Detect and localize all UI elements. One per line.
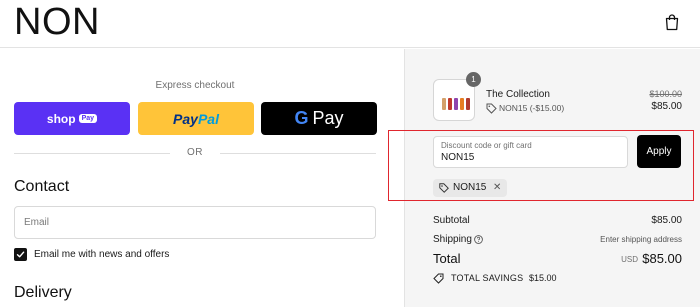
total-savings-value: $15.00 [529, 273, 557, 283]
total-currency: USD [621, 255, 638, 264]
shop-pay-pill: Pay [78, 114, 98, 123]
contact-heading: Contact [14, 178, 70, 195]
discounted-price: $85.00 [651, 101, 682, 112]
paypal-label-part2: Pal [197, 110, 219, 127]
total-savings-label: TOTAL SAVINGS [451, 273, 524, 283]
product-bottle [448, 98, 452, 110]
subtotal-value: $85.00 [651, 215, 682, 226]
product-bottle [466, 98, 470, 110]
product-discount: NON15 (-$15.00) [499, 103, 565, 113]
tag-icon [486, 103, 497, 114]
email-field[interactable] [14, 206, 376, 239]
store-logo[interactable]: NON [14, 2, 100, 42]
quantity-badge: 1 [466, 72, 481, 87]
product-bottle [460, 98, 464, 110]
total-label: Total [433, 251, 461, 266]
original-price: $100.00 [649, 89, 682, 99]
express-checkout-title: Express checkout [155, 80, 235, 91]
help-circle-icon[interactable] [474, 235, 483, 244]
discount-highlight-box [388, 130, 694, 201]
checkout-form: Express checkout shop Pay Pay Pal G Pay O… [0, 49, 404, 307]
checkmark-icon [16, 251, 25, 258]
paypal-button[interactable]: Pay Pal [138, 102, 254, 135]
shop-pay-button[interactable]: shop Pay [14, 102, 130, 135]
delivery-heading: Delivery [14, 284, 72, 301]
shop-pay-label: shop [46, 111, 76, 126]
google-pay-label: Pay [312, 108, 344, 128]
total-value: $85.00 [642, 251, 682, 266]
header: NON [0, 0, 700, 48]
news-checkbox[interactable] [14, 248, 27, 261]
product-name: The Collection [486, 89, 550, 100]
shipping-value: Enter shipping address [600, 235, 682, 244]
paypal-label-part1: Pay [173, 110, 198, 127]
product-bottle [442, 98, 446, 110]
product-bottle [454, 98, 458, 110]
subtotal-label: Subtotal [433, 215, 470, 226]
google-g-icon: G [294, 108, 309, 128]
divider-line [220, 153, 376, 154]
news-checkbox-label[interactable]: Email me with news and offers [34, 249, 169, 260]
tag-icon [433, 273, 444, 284]
shopping-bag-icon[interactable] [664, 13, 680, 31]
or-divider: OR [14, 146, 376, 160]
shipping-label: Shipping [433, 234, 472, 245]
google-pay-button[interactable]: G Pay [261, 102, 377, 135]
